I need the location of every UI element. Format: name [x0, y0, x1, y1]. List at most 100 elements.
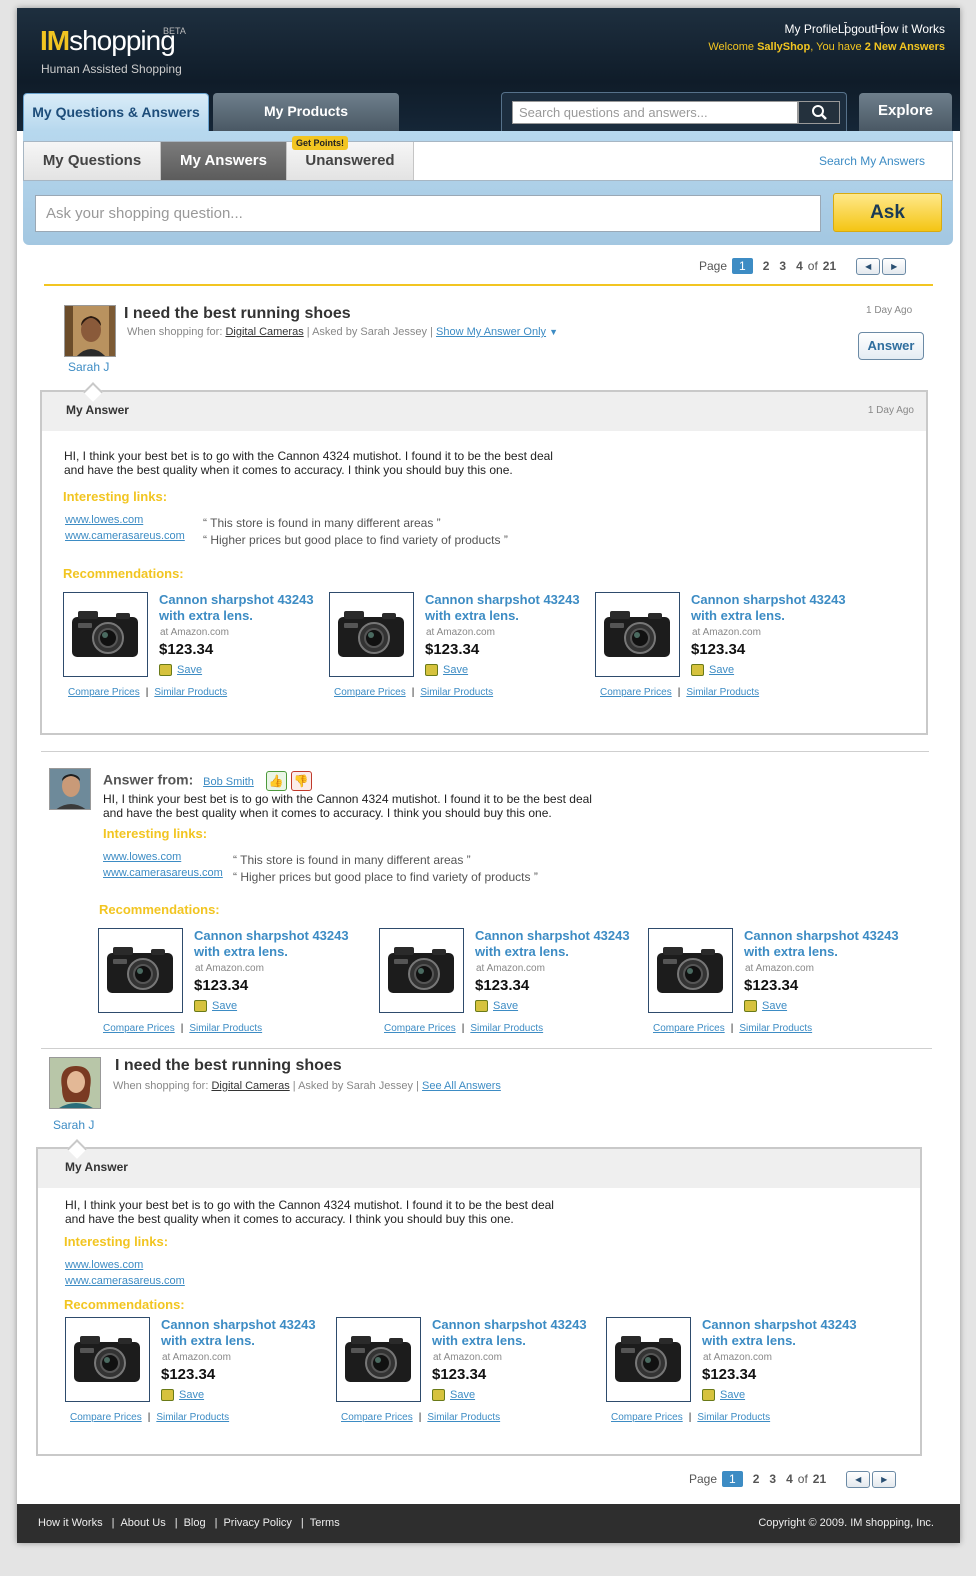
question-title[interactable]: I need the best running shoes [115, 1057, 342, 1075]
tab-my-questions-answers[interactable]: My Questions & Answers [23, 93, 209, 131]
link-lowes[interactable]: www.lowes.com [103, 851, 181, 863]
product-title[interactable]: Cannon sharpshot 43243 with extra lens. [702, 1317, 866, 1349]
page-3[interactable]: 3 [769, 1472, 776, 1486]
product-title[interactable]: Cannon sharpshot 43243 with extra lens. [194, 928, 358, 960]
product-title[interactable]: Cannon sharpshot 43243 with extra lens. [161, 1317, 325, 1349]
product-image[interactable] [98, 928, 183, 1013]
similar-products-link[interactable]: Similar Products [420, 687, 493, 698]
subtab-my-answers[interactable]: My Answers [161, 142, 287, 180]
avatar[interactable] [49, 1057, 101, 1109]
save-button[interactable]: Save [161, 1389, 204, 1402]
tab-my-products[interactable]: My Products [213, 93, 399, 131]
search-input[interactable]: Search questions and answers... [512, 101, 798, 124]
footer-link-blog[interactable]: Blog [184, 1517, 206, 1529]
save-button[interactable]: Save [425, 664, 468, 677]
subtab-my-questions[interactable]: My Questions [24, 142, 161, 180]
how-it-works-link[interactable]: How it Works [875, 22, 945, 36]
search-button[interactable] [798, 101, 840, 124]
save-button[interactable]: Save [159, 664, 202, 677]
save-button[interactable]: Save [691, 664, 734, 677]
page-4[interactable]: 4 [796, 259, 803, 273]
compare-prices-link[interactable]: Compare Prices [341, 1412, 413, 1423]
product-image[interactable] [595, 592, 680, 677]
search-my-answers-link[interactable]: Search My Answers [819, 142, 925, 180]
footer-link-terms[interactable]: Terms [310, 1517, 340, 1529]
see-all-answers-link[interactable]: See All Answers [422, 1080, 501, 1092]
ask-button[interactable]: Ask [833, 193, 942, 232]
product-title[interactable]: Cannon sharpshot 43243 with extra lens. [425, 592, 589, 624]
ask-question-input[interactable]: Ask your shopping question... [35, 195, 821, 232]
page-3[interactable]: 3 [779, 259, 786, 273]
user-name[interactable]: Sarah J [68, 360, 109, 374]
show-my-answer-only-link[interactable]: Show My Answer Only [436, 326, 546, 338]
link-camerasareus[interactable]: www.camerasareus.com [103, 867, 223, 879]
compare-prices-link[interactable]: Compare Prices [384, 1023, 456, 1034]
user-name[interactable]: Sarah J [53, 1118, 94, 1132]
link-lowes[interactable]: www.lowes.com [65, 514, 143, 526]
footer-link-how-it-works[interactable]: How it Works [38, 1517, 103, 1529]
product-image[interactable] [65, 1317, 150, 1402]
thumbs-up-icon[interactable]: 👍 [265, 771, 287, 791]
tab-explore[interactable]: Explore [859, 93, 952, 131]
similar-products-link[interactable]: Similar Products [686, 687, 759, 698]
product-image[interactable] [379, 928, 464, 1013]
compare-prices-link[interactable]: Compare Prices [600, 687, 672, 698]
product-image[interactable] [336, 1317, 421, 1402]
my-profile-link[interactable]: My Profile [785, 22, 838, 36]
product-title[interactable]: Cannon sharpshot 43243 with extra lens. [159, 592, 323, 624]
chevron-down-icon[interactable]: ▼ [549, 327, 558, 337]
save-button[interactable]: Save [475, 1000, 518, 1013]
similar-products-link[interactable]: Similar Products [427, 1412, 500, 1423]
link-lowes[interactable]: www.lowes.com [65, 1259, 143, 1271]
product-image[interactable] [648, 928, 733, 1013]
compare-prices-link[interactable]: Compare Prices [611, 1412, 683, 1423]
footer-link-about-us[interactable]: About Us [120, 1517, 165, 1529]
new-answers-link[interactable]: 2 New Answers [865, 41, 945, 53]
prev-page-button[interactable]: ◀ [846, 1471, 871, 1489]
compare-prices-link[interactable]: Compare Prices [334, 687, 406, 698]
similar-products-link[interactable]: Similar Products [739, 1023, 812, 1034]
avatar[interactable] [64, 305, 116, 357]
page-1[interactable]: 1 [732, 258, 753, 274]
save-button[interactable]: Save [702, 1389, 745, 1402]
question-title[interactable]: I need the best running shoes [124, 305, 351, 323]
footer-link-privacy[interactable]: Privacy Policy [223, 1517, 291, 1529]
product-title[interactable]: Cannon sharpshot 43243 with extra lens. [691, 592, 855, 624]
product-title[interactable]: Cannon sharpshot 43243 with extra lens. [475, 928, 639, 960]
save-button[interactable]: Save [194, 1000, 237, 1013]
similar-products-link[interactable]: Similar Products [697, 1412, 770, 1423]
logo[interactable]: IMshopping BETA Human Assisted Shopping [40, 25, 186, 76]
category-link[interactable]: Digital Cameras [225, 326, 303, 338]
similar-products-link[interactable]: Similar Products [156, 1412, 229, 1423]
category-link[interactable]: Digital Cameras [211, 1080, 289, 1092]
product-image[interactable] [329, 592, 414, 677]
compare-prices-link[interactable]: Compare Prices [103, 1023, 175, 1034]
page-2[interactable]: 2 [763, 259, 770, 273]
similar-products-link[interactable]: Similar Products [154, 687, 227, 698]
compare-prices-link[interactable]: Compare Prices [68, 687, 140, 698]
avatar[interactable] [49, 768, 91, 810]
page-4[interactable]: 4 [786, 1472, 793, 1486]
similar-products-link[interactable]: Similar Products [189, 1023, 262, 1034]
compare-prices-link[interactable]: Compare Prices [70, 1412, 142, 1423]
answerer-link[interactable]: Bob Smith [203, 776, 254, 788]
thumbs-down-icon[interactable]: 👎 [290, 771, 312, 791]
prev-page-button[interactable]: ◀ [856, 258, 881, 276]
page-2[interactable]: 2 [753, 1472, 760, 1486]
product-image[interactable] [606, 1317, 691, 1402]
link-camerasareus[interactable]: www.camerasareus.com [65, 1275, 185, 1287]
page-total: 21 [822, 259, 837, 273]
page-1[interactable]: 1 [722, 1471, 743, 1487]
product-title[interactable]: Cannon sharpshot 43243 with extra lens. [744, 928, 908, 960]
compare-prices-link[interactable]: Compare Prices [653, 1023, 725, 1034]
save-button[interactable]: Save [432, 1389, 475, 1402]
product-image[interactable] [63, 592, 148, 677]
logo-shopping: shopping [69, 25, 176, 56]
link-camerasareus[interactable]: www.camerasareus.com [65, 530, 185, 542]
next-page-button[interactable]: ▶ [882, 258, 907, 276]
similar-products-link[interactable]: Similar Products [470, 1023, 543, 1034]
save-button[interactable]: Save [744, 1000, 787, 1013]
next-page-button[interactable]: ▶ [872, 1471, 897, 1489]
product-title[interactable]: Cannon sharpshot 43243 with extra lens. [432, 1317, 596, 1349]
answer-button[interactable]: Answer [858, 332, 924, 360]
